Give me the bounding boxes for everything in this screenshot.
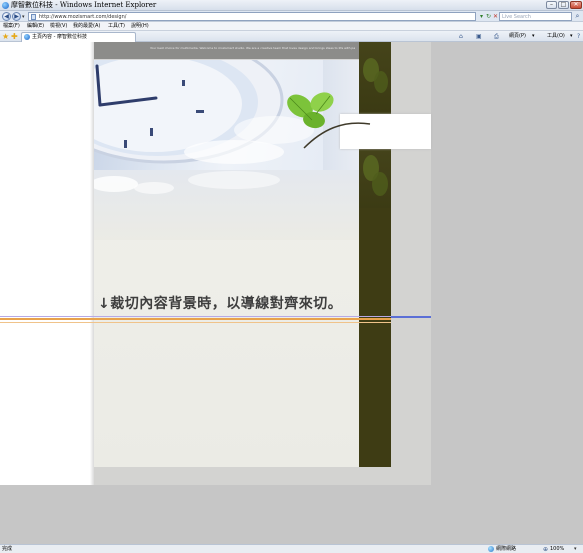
guide-line xyxy=(0,316,431,317)
crop-instruction-text: ↓裁切內容背景時，以導線對齊來切。 xyxy=(98,296,343,312)
header-tagline: Your best choice for multimedia. Welcome… xyxy=(150,46,355,50)
zoom-level[interactable]: 100% xyxy=(550,545,564,553)
security-zone-label: 網際網路 xyxy=(496,546,517,552)
menu-favorites[interactable]: 我的最愛(A) xyxy=(73,22,100,31)
guide-line xyxy=(0,318,391,320)
header-strip xyxy=(94,42,359,59)
address-row: ◀ ▶ ▾ http://www.mozismart.com/design/ ▾… xyxy=(0,11,583,22)
go-dropdown-icon[interactable]: ▾ xyxy=(478,13,485,20)
tab-label: 主頁內容 - 摩智數位科技 xyxy=(32,34,87,40)
guide-line xyxy=(391,316,431,318)
menu-help[interactable]: 說明(H) xyxy=(131,22,149,31)
back-button[interactable]: ◀ xyxy=(2,12,11,21)
help-icon[interactable]: ? xyxy=(577,31,580,42)
menu-bar: 檔案(F) 編輯(E) 檢視(V) 我的最愛(A) 工具(T) 說明(H) xyxy=(0,22,583,31)
window-title: 摩智數位科技 - Windows Internet Explorer xyxy=(11,1,157,9)
search-input[interactable]: Live Search xyxy=(499,12,572,21)
feeds-icon[interactable]: ▣ xyxy=(476,31,482,42)
page-menu-chevron-down-icon[interactable]: ▾ xyxy=(532,31,535,42)
add-favorite-icon[interactable]: ✚ xyxy=(11,32,18,41)
menu-view[interactable]: 檢視(V) xyxy=(50,22,67,31)
page-icon xyxy=(31,14,36,20)
tab-bar: ★ ✚ 主頁內容 - 摩智數位科技 ⌂ ▣ ⎙ 網頁(P) ▾ 工具(O) ▾ … xyxy=(0,31,583,42)
title-bar: 摩智數位科技 - Windows Internet Explorer – □ ✕ xyxy=(0,0,583,11)
tools-menu-chevron-down-icon[interactable]: ▾ xyxy=(570,31,573,42)
recent-pages-dropdown[interactable]: ▾ xyxy=(22,14,25,20)
tab-page-icon xyxy=(24,34,30,40)
close-button[interactable]: ✕ xyxy=(570,1,582,9)
internet-zone-icon xyxy=(488,546,494,552)
banner-clouds xyxy=(90,170,359,240)
band-leaf-icon xyxy=(363,155,388,196)
search-icon[interactable]: ⌕ xyxy=(573,12,582,21)
print-icon[interactable]: ⎙ xyxy=(494,31,499,42)
status-text: 完成 xyxy=(2,546,13,552)
tab-current[interactable]: 主頁內容 - 摩智數位科技 xyxy=(21,32,136,42)
menu-tools[interactable]: 工具(T) xyxy=(108,22,125,31)
forward-button[interactable]: ▶ xyxy=(12,12,21,21)
refresh-icon[interactable]: ↻ xyxy=(485,13,492,20)
zoom-chevron-down-icon[interactable]: ▾ xyxy=(574,545,577,553)
menu-edit[interactable]: 編輯(E) xyxy=(27,22,44,31)
favorites-star-icon[interactable]: ★ xyxy=(2,32,9,41)
guide-line xyxy=(0,322,391,323)
clouds-illustration xyxy=(90,171,280,194)
address-url[interactable]: http://www.mozismart.com/design/ xyxy=(39,13,126,21)
stop-icon[interactable]: ✕ xyxy=(492,13,499,20)
page-content: Your best choice for multimedia. Welcome… xyxy=(0,42,583,544)
left-margin xyxy=(0,42,94,485)
menu-file[interactable]: 檔案(F) xyxy=(3,22,20,31)
page-menu-button[interactable]: 網頁(P) xyxy=(509,31,526,42)
minimize-button[interactable]: – xyxy=(546,1,557,9)
zoom-icon[interactable]: ⊕ xyxy=(543,545,548,553)
home-icon[interactable]: ⌂ xyxy=(459,31,463,42)
tools-menu-button[interactable]: 工具(O) xyxy=(547,31,565,42)
status-bar: 完成 網際網路 ⊕ 100% ▾ xyxy=(0,544,583,553)
green-leaves-icon xyxy=(287,92,371,149)
maximize-button[interactable]: □ xyxy=(558,1,569,9)
address-field[interactable]: http://www.mozismart.com/design/ xyxy=(28,12,476,21)
ie-logo-icon xyxy=(2,2,9,9)
